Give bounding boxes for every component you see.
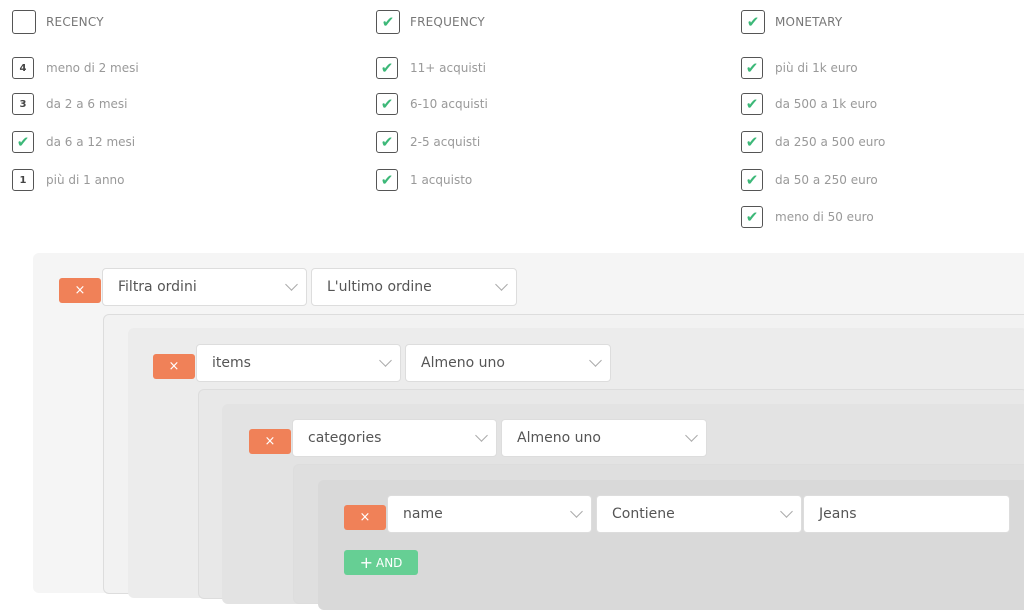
operator-select-value: L'ultimo ordine [327,279,432,295]
frequency-checkbox[interactable]: ✔ [376,10,400,34]
rfm-option-checkbox[interactable]: ✔ [741,93,763,115]
frequency-title: FREQUENCY [410,15,485,29]
rfm-option-label: da 2 a 6 mesi [46,97,128,111]
rfm-option-label: da 6 a 12 mesi [46,135,136,149]
close-icon: × [168,359,180,374]
remove-filter-button[interactable]: × [249,429,291,454]
field-select-value: name [403,506,443,522]
score-badge: 4 [19,62,27,74]
chevron-down-icon [495,278,508,291]
rfm-option-label: più di 1k euro [775,61,858,75]
check-icon: ✔ [380,58,394,77]
rfm-option-label: 2-5 acquisti [410,135,481,149]
score-badge: 1 [19,174,27,186]
remove-filter-button[interactable]: × [344,505,386,530]
add-and-condition-button[interactable]: + AND [344,550,418,575]
remove-filter-button[interactable]: × [153,354,195,379]
score-badge: 3 [19,98,27,110]
monetary-checkbox[interactable]: ✔ [741,10,765,34]
operator-select-value: Almeno uno [517,430,601,446]
chevron-down-icon [589,354,602,367]
rfm-option-checkbox[interactable]: ✔ [376,93,398,115]
rfm-option-checkbox[interactable]: ✔ [376,57,398,79]
field-select[interactable]: Filtra ordini [102,268,307,306]
operator-select[interactable]: Almeno uno [501,419,707,457]
rfm-option-checkbox[interactable]: ✔ [741,131,763,153]
close-icon: × [74,283,86,298]
monetary-title: MONETARY [775,15,843,29]
rfm-option-label: più di 1 anno [46,173,125,187]
check-icon: ✔ [380,170,394,189]
operator-select[interactable]: Contiene [596,495,802,533]
chevron-down-icon [475,429,488,442]
operator-select-value: Almeno uno [421,355,505,371]
operator-select-value: Contiene [612,506,675,522]
close-icon: × [359,510,371,525]
and-label: AND [375,555,403,570]
check-icon: ✔ [745,170,759,189]
rfm-option-checkbox[interactable]: 1 [12,169,34,191]
rfm-option-checkbox[interactable]: ✔ [12,131,34,153]
plus-icon: + [359,553,373,572]
field-select[interactable]: items [196,344,401,382]
recency-checkbox[interactable] [12,10,36,34]
rfm-option-label: da 50 a 250 euro [775,173,878,187]
check-icon: ✔ [381,12,395,31]
check-icon: ✔ [380,94,394,113]
check-icon: ✔ [745,94,759,113]
field-select-value: Filtra ordini [118,279,197,295]
value-input-text: Jeans [819,506,857,522]
rfm-option-checkbox[interactable]: ✔ [741,206,763,228]
rfm-option-checkbox[interactable]: ✔ [376,169,398,191]
check-icon: ✔ [745,207,759,226]
chevron-down-icon [685,429,698,442]
check-icon: ✔ [745,132,759,151]
check-icon: ✔ [380,132,394,151]
chevron-down-icon [570,505,583,518]
operator-select[interactable]: L'ultimo ordine [311,268,517,306]
rfm-option-label: 1 acquisto [410,173,473,187]
field-select-value: items [212,355,251,371]
rfm-option-label: da 250 a 500 euro [775,135,886,149]
value-input[interactable]: Jeans [803,495,1010,533]
recency-title: RECENCY [46,15,104,29]
rfm-option-checkbox[interactable]: ✔ [741,57,763,79]
rfm-option-label: meno di 50 euro [775,210,874,224]
field-select[interactable]: name [387,495,592,533]
close-icon: × [264,434,276,449]
rfm-option-label: meno di 2 mesi [46,61,139,75]
rfm-option-checkbox[interactable]: 3 [12,93,34,115]
rfm-option-label: da 500 a 1k euro [775,97,878,111]
rfm-option-checkbox[interactable]: 4 [12,57,34,79]
chevron-down-icon [780,505,793,518]
check-icon: ✔ [745,58,759,77]
chevron-down-icon [379,354,392,367]
rfm-option-label: 11+ acquisti [410,61,486,75]
chevron-down-icon [285,278,298,291]
remove-filter-button[interactable]: × [59,278,101,303]
operator-select[interactable]: Almeno uno [405,344,611,382]
rfm-option-checkbox[interactable]: ✔ [741,169,763,191]
field-select[interactable]: categories [292,419,497,457]
check-icon: ✔ [746,12,760,31]
field-select-value: categories [308,430,382,446]
check-icon: ✔ [16,132,30,151]
rfm-option-checkbox[interactable]: ✔ [376,131,398,153]
rfm-option-label: 6-10 acquisti [410,97,488,111]
